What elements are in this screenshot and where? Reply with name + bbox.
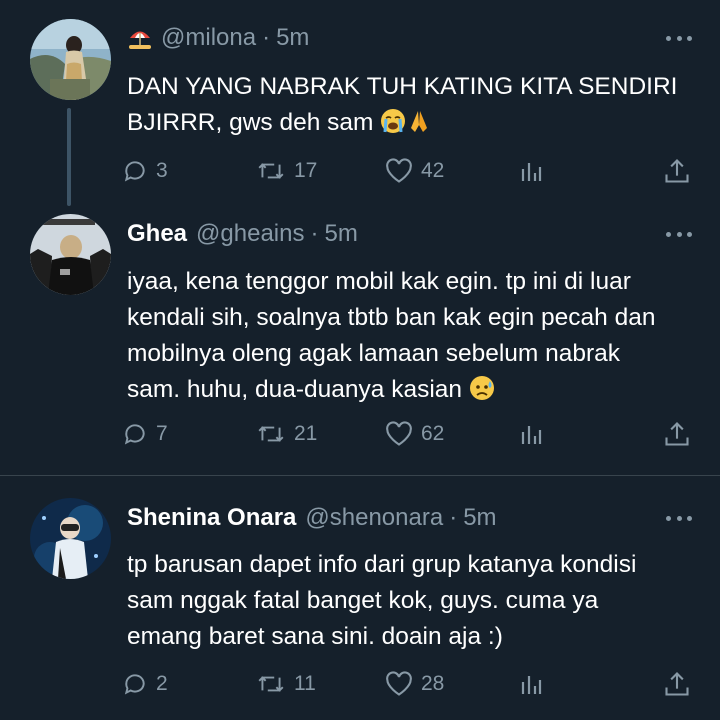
handle[interactable]: @gheains xyxy=(196,220,304,248)
display-name[interactable]: Ghea xyxy=(127,220,187,248)
avatar-shenonara[interactable] xyxy=(30,498,111,579)
retweet-count: 21 xyxy=(294,422,318,445)
handle[interactable]: @shenonara xyxy=(305,504,443,532)
tweet-milona[interactable]: @milona · 5m DAN YANG NABRAK TUH KATING … xyxy=(0,0,720,210)
separator: · xyxy=(262,24,271,51)
retweet-icon xyxy=(258,163,284,179)
sad-but-relieved-face-icon xyxy=(469,375,495,412)
more-icon[interactable] xyxy=(666,513,692,523)
analytics-icon xyxy=(521,426,542,444)
more-icon[interactable] xyxy=(666,229,692,239)
tweet-actions: 7 21 62 xyxy=(122,419,697,449)
display-name[interactable]: Shenina Onara xyxy=(127,504,296,532)
tweet-line: BJIRRR, gws deh sam xyxy=(127,109,374,136)
tweet-line: emang baret sana sini. doain aja :) xyxy=(127,623,503,650)
avatar-ghea[interactable] xyxy=(30,214,111,295)
share-button[interactable] xyxy=(663,156,699,186)
reply-count: 3 xyxy=(156,159,168,182)
heart-icon xyxy=(386,671,412,696)
reply-icon xyxy=(124,424,145,445)
more-icon[interactable] xyxy=(666,33,692,43)
reply-icon xyxy=(124,674,145,695)
retweet-icon xyxy=(258,676,284,692)
loudly-crying-face-icon xyxy=(380,108,406,145)
share-icon xyxy=(665,672,689,696)
tweet-header: Ghea @gheains · 5m xyxy=(127,219,358,249)
separator: · xyxy=(310,220,319,247)
analytics-icon xyxy=(521,676,542,694)
reply-button[interactable]: 2 xyxy=(122,669,168,699)
tweet-line: iyaa, kena tenggor mobil kak egin. tp in… xyxy=(127,268,631,295)
like-count: 62 xyxy=(421,422,445,445)
tweet-shenonara[interactable]: Shenina Onara @shenonara · 5m tp barusan… xyxy=(0,476,720,720)
reply-button[interactable]: 3 xyxy=(122,156,168,186)
tweet-line: sam nggak fatal banget kok, guys. cuma y… xyxy=(127,587,599,614)
analytics-icon xyxy=(521,163,542,181)
tweet-header: @milona · 5m xyxy=(127,23,309,53)
separator: · xyxy=(449,504,458,531)
tweet-line: kendali sih, soalnya tbtb ban kak egin p… xyxy=(127,304,656,331)
tweet-line: mobilnya oleng agak lamaan sebelum nabra… xyxy=(127,340,621,367)
share-button[interactable] xyxy=(663,419,699,449)
like-button[interactable]: 28 xyxy=(385,669,444,699)
tweet-text: DAN YANG NABRAK TUH KATING KITA SENDIRI … xyxy=(127,69,697,145)
tweet-line-with-emoji: sam. huhu, dua-duanya kasian xyxy=(127,372,697,412)
avatar-milona[interactable] xyxy=(30,19,111,100)
like-count: 28 xyxy=(421,672,445,695)
share-button[interactable] xyxy=(663,669,699,699)
heart-icon xyxy=(386,421,412,446)
tweet-line: DAN YANG NABRAK TUH KATING KITA SENDIRI xyxy=(127,73,678,100)
folded-hands-icon xyxy=(406,108,432,145)
like-button[interactable]: 62 xyxy=(385,419,444,449)
timestamp[interactable]: 5m xyxy=(276,24,309,52)
reply-button[interactable]: 7 xyxy=(122,419,168,449)
reply-count: 2 xyxy=(156,672,168,695)
share-icon xyxy=(665,159,689,183)
reply-count: 7 xyxy=(156,422,168,445)
tweet-line-with-emoji: BJIRRR, gws deh sam xyxy=(127,105,697,145)
retweet-button[interactable]: 17 xyxy=(256,156,317,186)
tweet-header: Shenina Onara @shenonara · 5m xyxy=(127,503,497,533)
tweet-line: tp barusan dapet info dari grup katanya … xyxy=(127,551,637,578)
retweet-button[interactable]: 21 xyxy=(256,419,317,449)
retweet-icon xyxy=(258,426,284,442)
tweet-line: sam. huhu, dua-duanya kasian xyxy=(127,376,463,403)
analytics-button[interactable] xyxy=(519,419,551,449)
tweet-ghea[interactable]: Ghea @gheains · 5m iyaa, kena tenggor mo… xyxy=(0,210,720,475)
retweet-count: 11 xyxy=(294,672,316,695)
retweet-count: 17 xyxy=(294,159,318,182)
tweet-actions: 3 17 42 xyxy=(122,156,697,186)
thread-line xyxy=(67,108,71,206)
timestamp[interactable]: 5m xyxy=(324,220,357,248)
heart-icon xyxy=(386,158,412,183)
share-icon xyxy=(665,422,689,446)
reply-icon xyxy=(124,161,145,182)
handle[interactable]: @milona xyxy=(161,24,256,52)
analytics-button[interactable] xyxy=(519,156,551,186)
retweet-button[interactable]: 11 xyxy=(256,669,316,699)
analytics-button[interactable] xyxy=(519,669,551,699)
like-count: 42 xyxy=(421,159,445,182)
beach-umbrella-icon xyxy=(127,25,153,51)
tweet-text: iyaa, kena tenggor mobil kak egin. tp in… xyxy=(127,264,697,412)
timestamp[interactable]: 5m xyxy=(463,504,496,532)
tweet-text: tp barusan dapet info dari grup katanya … xyxy=(127,547,697,655)
tweet-actions: 2 11 28 xyxy=(122,669,697,699)
like-button[interactable]: 42 xyxy=(385,156,444,186)
